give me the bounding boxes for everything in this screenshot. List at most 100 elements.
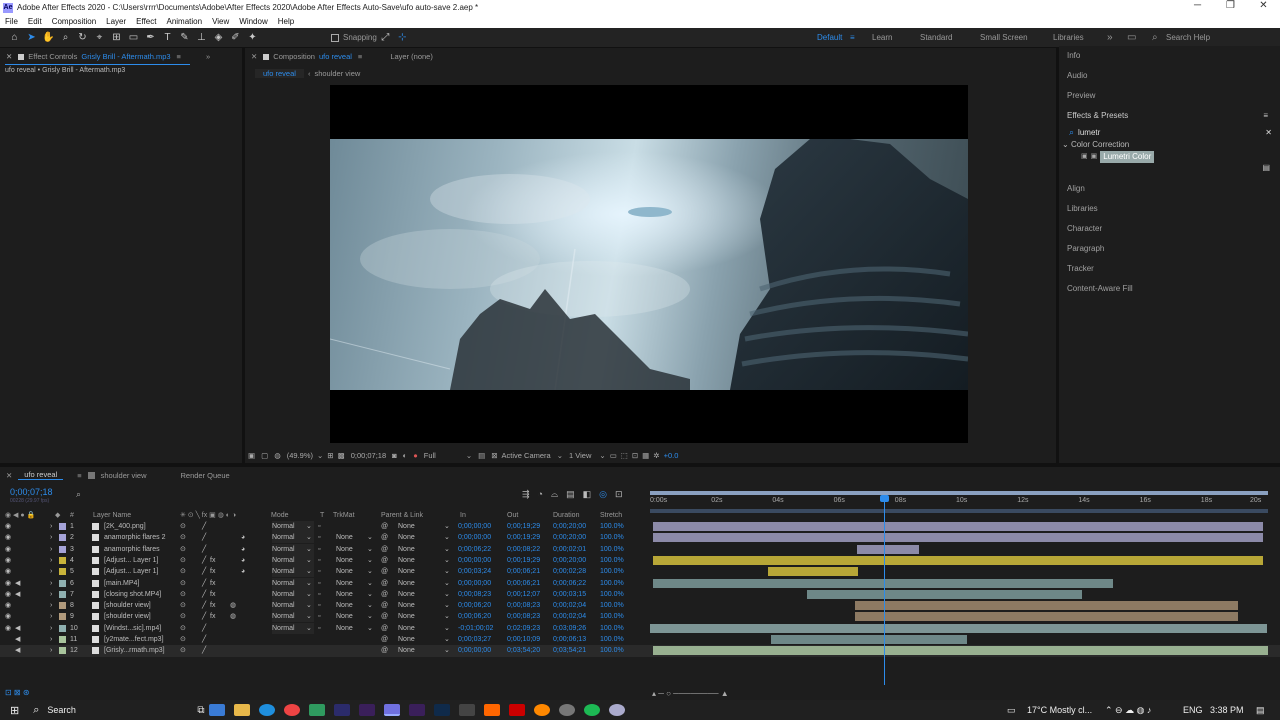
layer-row[interactable]: ◉ ◀ › 6 [main.MP4] ⊙ ╱ fx Normal ⌄ ▫ None ⌄ @ None ⌄ 0;0… <box>0 577 1280 589</box>
paragraph-panel[interactable]: Paragraph <box>1059 239 1280 259</box>
in-header[interactable]: In <box>460 510 466 521</box>
eye-icon[interactable]: ◉ <box>5 532 11 543</box>
layer-duration-bar[interactable] <box>653 522 1263 531</box>
eye-icon[interactable]: ◉ <box>5 623 11 634</box>
panel-close-icon[interactable]: ✕ <box>0 52 18 61</box>
stretch-value[interactable]: 100.0% <box>600 589 624 600</box>
system-tray-icons[interactable]: ⌃ ⊖ ☁ ◍ ♪ <box>1105 705 1151 716</box>
parent-dropdown[interactable]: None <box>398 544 415 555</box>
network-app-icon[interactable] <box>459 704 476 716</box>
trkmat-dropdown[interactable]: None <box>336 566 353 577</box>
quality-switch-icon[interactable]: ╱ <box>202 600 206 611</box>
duration-value[interactable]: 0;00;02;04 <box>553 600 586 611</box>
expand-arrow-icon[interactable]: › <box>50 645 52 656</box>
parent-chevron-icon[interactable]: ⌄ <box>444 532 450 543</box>
stretch-value[interactable]: 100.0% <box>600 521 624 532</box>
shy-switch-icon[interactable]: ⊙ <box>180 566 186 577</box>
label-color-swatch[interactable] <box>59 602 66 610</box>
shy-switch-icon[interactable]: ⊙ <box>180 555 186 566</box>
motion-blur-icon[interactable]: ◧ <box>583 489 592 500</box>
composition-menu-icon[interactable]: ≡ <box>358 52 362 61</box>
timeline-tab-ufo-reveal[interactable]: ufo reveal <box>18 470 64 480</box>
effects-menu-icon[interactable]: ≡ <box>1263 106 1268 126</box>
stretch-value[interactable]: 100.0% <box>600 532 624 543</box>
parent-chevron-icon[interactable]: ⌄ <box>444 589 450 600</box>
flowchart-icon[interactable]: ⊡ <box>632 451 638 460</box>
task-view-icon[interactable]: ⧉ <box>197 705 204 716</box>
parent-chevron-icon[interactable]: ⌄ <box>444 600 450 611</box>
trkmat-chevron-icon[interactable]: ⌄ <box>367 555 373 566</box>
parent-dropdown[interactable]: None <box>398 566 415 577</box>
snap-options-icon[interactable]: ⤢ <box>377 30 394 46</box>
composition-mini-flowchart-icon[interactable]: ⇶ <box>522 489 530 500</box>
expand-arrow-icon[interactable]: › <box>50 623 52 634</box>
track-matte-t-checkbox[interactable]: ▫ <box>318 532 320 543</box>
parent-dropdown[interactable]: None <box>398 600 415 611</box>
menu-view[interactable]: View <box>207 17 234 26</box>
show-snapshot-icon[interactable]: ◐ <box>403 451 408 460</box>
roto-brush-tool-icon[interactable]: ✐ <box>227 30 244 46</box>
expand-arrow-icon[interactable]: › <box>50 578 52 589</box>
track-matte-t-checkbox[interactable]: ▫ <box>318 521 320 532</box>
search-help-field[interactable]: Search Help <box>1166 28 1210 48</box>
label-color-swatch[interactable] <box>59 568 66 576</box>
out-point[interactable]: 0;00;06;21 <box>507 566 540 577</box>
track-matte-t-checkbox[interactable]: ▫ <box>318 566 320 577</box>
layer-name[interactable]: [shoulder view] <box>104 600 151 611</box>
out-point[interactable]: 0;00;12;07 <box>507 589 540 600</box>
region-icon[interactable]: ▢ <box>261 451 268 460</box>
pickwhip-icon[interactable]: @ <box>381 589 388 600</box>
mode-chevron-icon[interactable]: ⌄ <box>306 544 312 555</box>
view-chevron-icon[interactable]: ⌄ <box>599 451 605 460</box>
home-icon[interactable]: ⌂ <box>6 30 23 46</box>
pickwhip-icon[interactable]: @ <box>381 566 388 577</box>
menu-effect[interactable]: Effect <box>131 17 161 26</box>
layer-name-header[interactable]: Layer Name <box>93 510 131 521</box>
trkmat-dropdown[interactable]: None <box>336 555 353 566</box>
composition-close-icon[interactable]: ✕ <box>245 52 263 61</box>
stretch-value[interactable]: 100.0% <box>600 555 624 566</box>
view-layout-dropdown[interactable]: 1 View <box>569 451 591 460</box>
pickwhip-icon[interactable]: @ <box>381 623 388 634</box>
label-color-swatch[interactable] <box>59 613 66 621</box>
language-indicator[interactable]: ENG <box>1183 705 1203 715</box>
quality-switch-icon[interactable]: ╱ <box>202 589 206 600</box>
timeline-options-icon[interactable]: ⊡ <box>615 489 623 500</box>
mode-chevron-icon[interactable]: ⌄ <box>306 600 312 611</box>
mode-chevron-icon[interactable]: ⌄ <box>306 521 312 532</box>
draft-3d-icon[interactable]: ◔ <box>538 489 543 500</box>
layer-duration-bar[interactable] <box>855 601 1238 611</box>
effect-controls-tab[interactable]: Effect Controls <box>28 52 77 61</box>
effect-lumetri-color[interactable]: ▣ ▣ Lumetri Color <box>1059 151 1280 163</box>
shy-switch-icon[interactable]: ⊙ <box>180 521 186 532</box>
transparency-icon[interactable]: ▩ <box>338 451 345 460</box>
label-color-swatch[interactable] <box>59 636 66 643</box>
playhead-handle[interactable] <box>880 495 889 502</box>
trkmat-dropdown[interactable]: None <box>336 532 353 543</box>
parent-chevron-icon[interactable]: ⌄ <box>444 634 450 645</box>
selection-tool-icon[interactable]: ➤ <box>23 30 40 46</box>
eye-icon[interactable]: ◉ <box>5 555 11 566</box>
parent-dropdown[interactable]: None <box>398 589 415 600</box>
shy-switch-icon[interactable]: ⊙ <box>180 623 186 634</box>
trkmat-dropdown[interactable]: None <box>336 600 353 611</box>
obs-icon[interactable] <box>559 704 576 716</box>
quality-switch-icon[interactable]: ╱ <box>202 544 206 555</box>
label-color-swatch[interactable] <box>59 556 66 564</box>
pen-tool-icon[interactable]: ✒ <box>142 30 159 46</box>
spotify-icon[interactable] <box>584 704 601 716</box>
shy-switch-icon[interactable]: ⊙ <box>180 634 186 645</box>
fast-preview-icon[interactable]: ▤ <box>478 451 485 460</box>
workspace-standard[interactable]: Standard <box>920 28 952 48</box>
effect-controls-item[interactable]: Grisly Brill - Aftermath.mp3 <box>81 52 170 61</box>
vlc-icon[interactable] <box>534 704 551 716</box>
photoshop-icon[interactable] <box>434 704 451 716</box>
fx-switch-icon[interactable]: fx <box>210 566 215 577</box>
expand-arrow-icon[interactable]: › <box>50 600 52 611</box>
timeline-search-field[interactable]: ⌕ <box>76 489 516 500</box>
stretch-value[interactable]: 100.0% <box>600 566 624 577</box>
maximize-button[interactable]: ❐ <box>1214 0 1247 11</box>
expand-arrow-icon[interactable]: › <box>50 555 52 566</box>
edge-icon[interactable] <box>259 704 276 716</box>
layer-row[interactable]: ◉ › 1 [2K_400.png] ⊙ ╱ Normal ⌄ ▫ @ None ⌄ 0;00;00;0… <box>0 521 1280 532</box>
